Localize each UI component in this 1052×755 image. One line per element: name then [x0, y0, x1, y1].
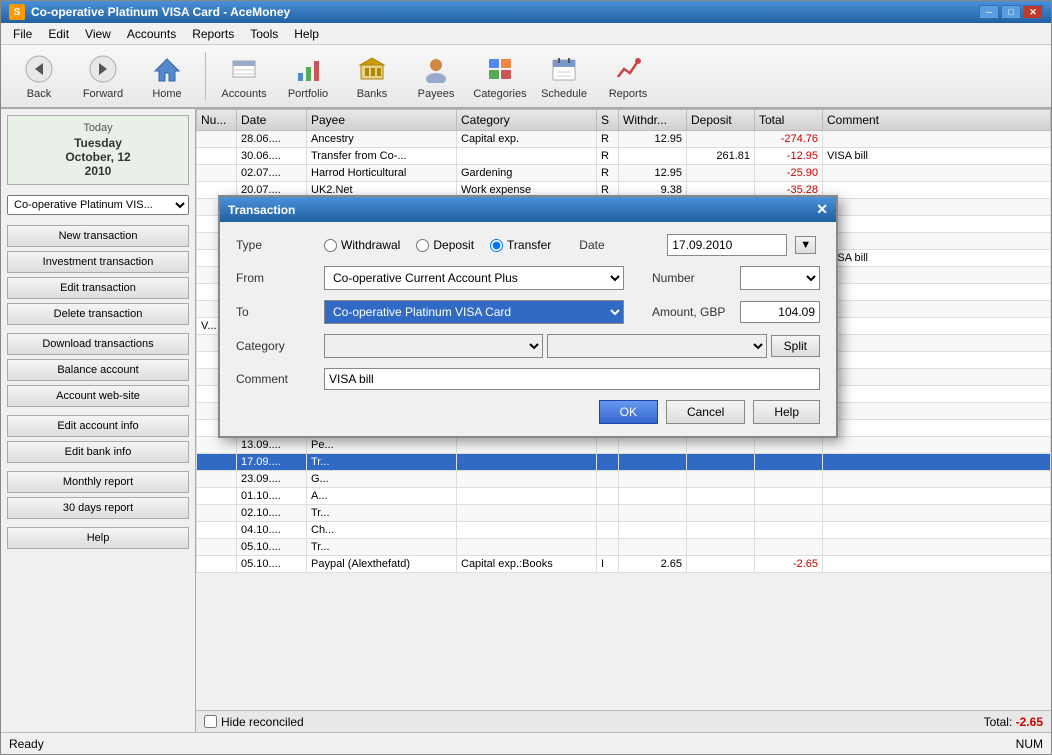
transfer-radio-label: Transfer [507, 238, 551, 252]
from-dropdown[interactable]: Co-operative Current Account Plus [324, 266, 624, 290]
modal-overlay[interactable]: Transaction ✕ Type Withdrawal Deposit [0, 0, 1052, 755]
dialog-buttons: OK Cancel Help [236, 400, 820, 424]
category-label: Category [236, 339, 316, 353]
comment-input[interactable] [324, 368, 820, 390]
number-section: Number [652, 266, 820, 290]
category-selects: Split [324, 334, 820, 358]
type-row: Type Withdrawal Deposit Transfer [236, 234, 820, 256]
amount-section: Amount, GBP [652, 301, 820, 323]
date-label: Date [579, 238, 659, 252]
type-label: Type [236, 238, 316, 252]
from-row: From Co-operative Current Account Plus N… [236, 266, 820, 290]
amount-input[interactable] [740, 301, 820, 323]
deposit-radio-label: Deposit [433, 238, 474, 252]
comment-row: Comment [236, 368, 820, 390]
withdrawal-radio-label: Withdrawal [341, 238, 400, 252]
transaction-dialog: Transaction ✕ Type Withdrawal Deposit [218, 195, 838, 438]
from-label: From [236, 271, 316, 285]
cancel-button[interactable]: Cancel [666, 400, 745, 424]
split-button[interactable]: Split [771, 335, 820, 357]
amount-label: Amount, GBP [652, 305, 732, 319]
help-dialog-button[interactable]: Help [753, 400, 820, 424]
category-dropdown-1[interactable] [324, 334, 543, 358]
type-deposit-radio[interactable]: Deposit [416, 238, 474, 252]
dialog-title: Transaction [228, 203, 295, 217]
date-picker-button[interactable]: ▼ [795, 236, 816, 254]
deposit-radio-input[interactable] [416, 239, 429, 252]
to-row: To Co-operative Platinum VISA Card Amoun… [236, 300, 820, 324]
transfer-radio-input[interactable] [490, 239, 503, 252]
dialog-title-bar: Transaction ✕ [220, 197, 836, 222]
withdrawal-radio-input[interactable] [324, 239, 337, 252]
to-dropdown[interactable]: Co-operative Platinum VISA Card [324, 300, 624, 324]
dialog-body: Type Withdrawal Deposit Transfer [220, 222, 836, 436]
to-label: To [236, 305, 316, 319]
type-withdrawal-radio[interactable]: Withdrawal [324, 238, 400, 252]
category-row: Category Split [236, 334, 820, 358]
ok-button[interactable]: OK [599, 400, 658, 424]
number-dropdown[interactable] [740, 266, 820, 290]
comment-label: Comment [236, 372, 316, 386]
type-transfer-radio[interactable]: Transfer [490, 238, 551, 252]
date-section: Date 17.09.2010 ▼ [579, 234, 816, 256]
number-label: Number [652, 271, 732, 285]
type-radio-group: Withdrawal Deposit Transfer [324, 238, 551, 252]
category-dropdown-2[interactable] [547, 334, 766, 358]
dialog-close-button[interactable]: ✕ [816, 201, 828, 218]
date-input[interactable]: 17.09.2010 [667, 234, 787, 256]
